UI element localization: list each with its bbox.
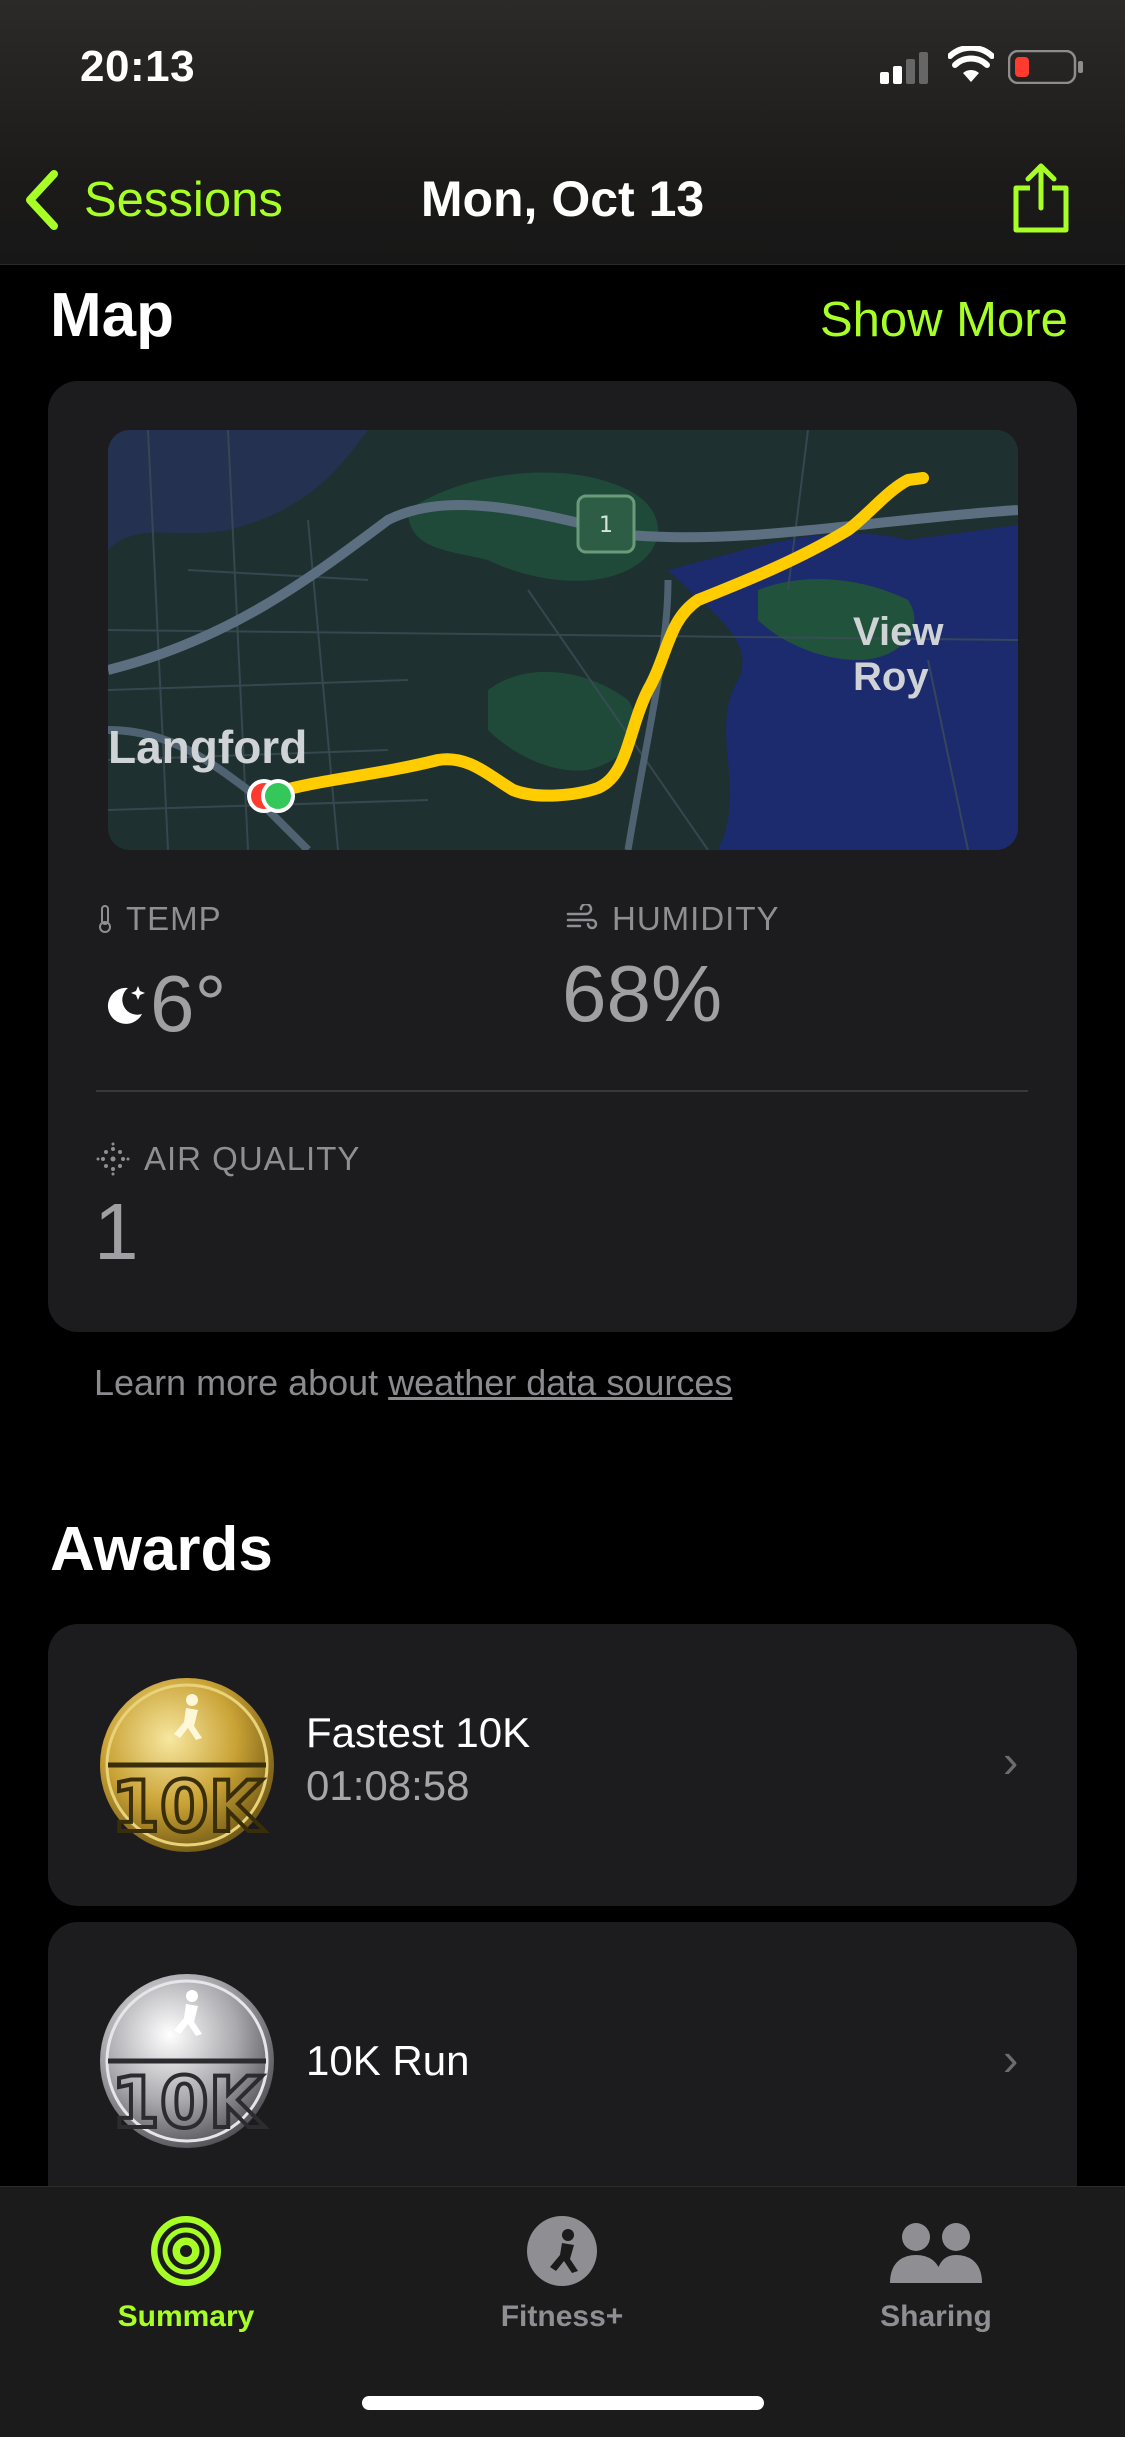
activity-rings-icon: [151, 2216, 221, 2286]
home-indicator: [362, 2396, 764, 2410]
humidity-icon: [566, 904, 598, 930]
chevron-right-icon: ›: [1003, 1735, 1019, 1787]
svg-text:10K: 10K: [111, 1766, 265, 1848]
gold-medal-icon: 10K: [100, 1678, 274, 1852]
moon-stars-icon: [107, 986, 145, 1024]
tab-sharing-label: Sharing: [880, 2300, 992, 2333]
thermometer-icon: [99, 905, 111, 933]
map-section-title: Map: [50, 281, 174, 350]
weather-sources-note: Learn more about weather data sources: [94, 1362, 732, 1404]
temp-label-text: TEMP: [126, 900, 222, 937]
award-title: 10K Run: [306, 2037, 470, 2084]
award-item[interactable]: 10K Fastest 10K 01:08:58 ›: [48, 1624, 1077, 1906]
show-more-link[interactable]: Show More: [820, 292, 1068, 348]
fitness-plus-runner-icon: [527, 2216, 597, 2286]
award-item[interactable]: 10K 10K Run ›: [48, 1922, 1077, 2186]
svg-text:10K: 10K: [111, 2062, 265, 2144]
cellular-signal-icon: [880, 52, 928, 84]
temp-value: 6°: [150, 959, 227, 1048]
map-label-view-royal: View Roy: [853, 610, 944, 699]
humidity-value: 68%: [562, 949, 723, 1038]
tab-summary[interactable]: Summary: [66, 2215, 306, 2334]
share-icon: [1013, 163, 1069, 233]
award-subtitle: 01:08:58: [306, 1762, 470, 1809]
temp-label: TEMP: [96, 900, 222, 938]
tab-summary-label: Summary: [117, 2300, 255, 2333]
battery-icon: [1008, 50, 1083, 84]
divider: [96, 1090, 1028, 1092]
humidity-label-text: HUMIDITY: [612, 900, 780, 937]
tab-fitness-plus[interactable]: Fitness+: [442, 2215, 682, 2334]
humidity-label: HUMIDITY: [566, 900, 780, 938]
temp-reading: 6°: [98, 958, 226, 1050]
status-time: 20:13: [80, 42, 196, 91]
chevron-right-icon: ›: [1003, 2033, 1019, 2085]
air-quality-label: AIR QUALITY: [96, 1140, 360, 1178]
route-map[interactable]: 1 Langford View Roy: [108, 430, 1018, 850]
map-label-langford: Langford: [108, 721, 308, 773]
award-title: Fastest 10K: [306, 1709, 531, 1756]
sharing-people-icon: [890, 2223, 982, 2283]
route-shield-number: 1: [599, 513, 613, 538]
air-quality-value: 1: [94, 1187, 139, 1276]
tab-fitness-plus-label: Fitness+: [500, 2300, 624, 2333]
air-quality-icon: [96, 1142, 130, 1176]
navigation-header: 20:13 Sessions Mon, Oct 13: [0, 0, 1125, 265]
page-title: Mon, Oct 13: [420, 171, 705, 227]
awards-section-title: Awards: [50, 1515, 273, 1584]
air-quality-label-text: AIR QUALITY: [144, 1140, 361, 1177]
tab-sharing[interactable]: Sharing: [816, 2215, 1056, 2334]
wifi-icon: [948, 46, 994, 82]
note-prefix: Learn more about: [94, 1362, 389, 1403]
share-button[interactable]: [1010, 160, 1072, 241]
silver-medal-icon: 10K: [100, 1974, 274, 2148]
weather-sources-link[interactable]: weather data sources: [388, 1362, 732, 1403]
